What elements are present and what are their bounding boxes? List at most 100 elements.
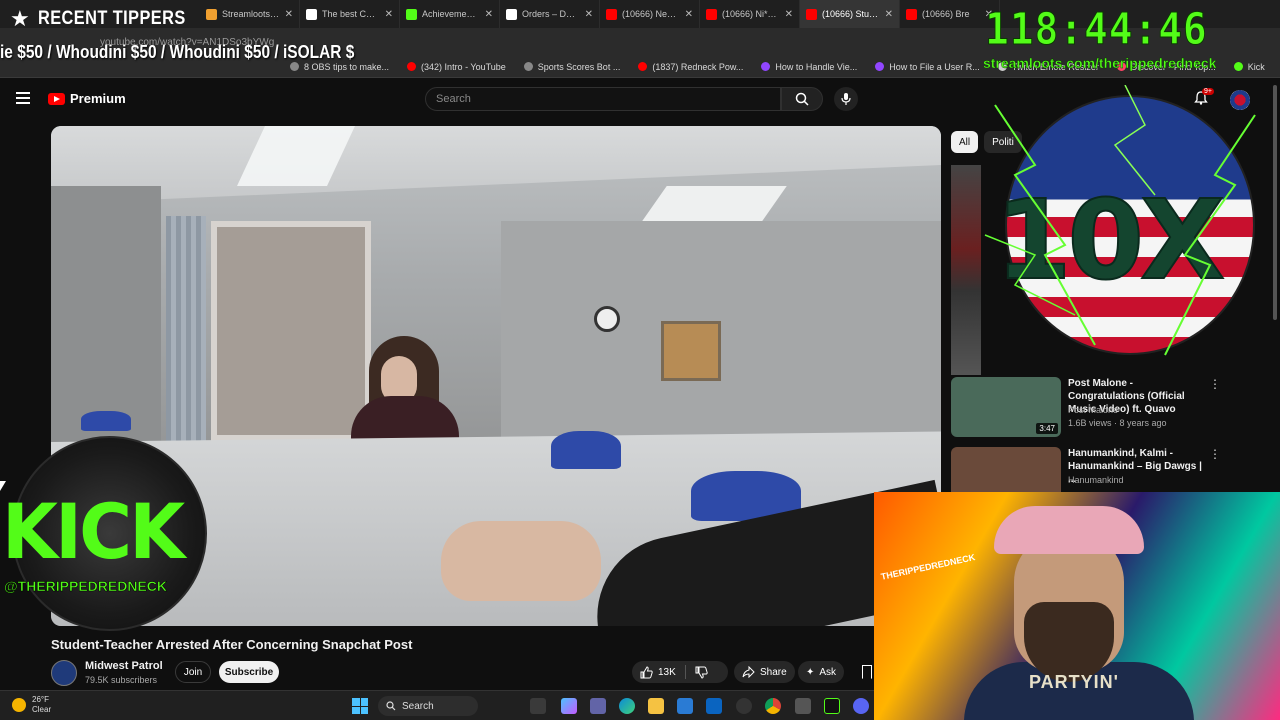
share-icon [742,666,755,678]
teams-icon[interactable] [590,698,606,714]
video-scene-person [351,336,461,456]
edge-icon[interactable] [619,698,635,714]
recommendation-channel[interactable]: Post Malone [1068,405,1118,415]
browser-tab[interactable]: Orders – Dashb ✕ [500,0,600,28]
like-button[interactable]: 13K [640,665,676,679]
star-icon: ★ [10,6,30,31]
bookmark-item[interactable]: (1837) Redneck Pow... [638,62,743,72]
chrome-icon[interactable] [765,698,781,714]
bookmark-label: How to Handle Vie... [775,61,858,72]
tab-label: (10666) Next Fr [622,9,680,19]
bookmark-label: How to File a User R... [889,61,980,72]
recommendation-channel[interactable]: Hanumankind [1068,475,1124,485]
windows-start-icon[interactable] [352,698,368,714]
ask-button[interactable]: ✦ Ask [798,661,845,683]
browser-tab[interactable]: Streamloots | Th ✕ [200,0,300,28]
bookmark-label: Sports Scores Bot ... [537,61,621,72]
thumbs-down-icon[interactable] [695,666,708,679]
bookmark-favicon-icon [407,62,417,71]
tab-close-icon[interactable]: ✕ [585,9,593,20]
like-dislike-group: 13K [632,661,728,683]
hamburger-menu-icon[interactable] [16,92,30,104]
subathon-timer: 118:44:46 [985,4,1208,56]
tab-close-icon[interactable]: ✕ [785,9,793,20]
bookmark-label: (342) Intro - YouTube [421,61,506,72]
file-explorer-icon[interactable] [648,698,664,714]
bookmark-item[interactable]: How to Handle Vie... [761,62,857,72]
tab-label: (10666) Bre [922,9,970,19]
voice-search-button[interactable] [834,87,858,111]
more-options-icon[interactable]: ⋮ [1209,447,1221,461]
browser-tab[interactable]: (10666) Next Fr ✕ [600,0,700,28]
tab-label: The best ChatB [322,9,380,19]
recent-tippers-banner: ★ RECENT TIPPERS [0,4,209,34]
video-scene-chair [81,411,131,431]
video-duration: 3:47 [1036,423,1058,434]
browser-tab[interactable]: The best ChatB ✕ [300,0,400,28]
search-icon [795,92,809,106]
microphone-icon [841,93,851,105]
weather-widget[interactable]: 26°F Clear [12,695,51,715]
browser-tab[interactable]: (10666) Studen ✕ [800,0,900,28]
tab-favicon-icon [706,8,717,20]
browser-tab[interactable]: Achievements - ✕ [400,0,500,28]
tab-favicon-icon [506,8,517,20]
taskbar-search[interactable]: Search [378,696,478,716]
tab-favicon-icon [406,8,417,20]
tab-label: Achievements - [422,9,480,19]
like-divider [684,665,686,679]
tab-favicon-icon [806,8,817,20]
kick-logo-overlay: KICK @THERIPPEDREDNECK [0,436,225,636]
subscribe-button[interactable]: Subscribe [219,661,279,683]
discord-icon[interactable] [853,698,869,714]
copilot-icon[interactable] [561,698,577,714]
cam-hat [994,506,1144,554]
search-button[interactable] [781,87,823,111]
tab-label: (10666) Ni**as [722,9,780,19]
sparkle-icon: ✦ [806,666,815,678]
sun-icon [12,698,26,712]
temperature: 26°F [32,695,49,704]
recent-tippers-title: RECENT TIPPERS [37,8,186,29]
bookmark-item[interactable]: Kick [1233,62,1265,72]
channel-avatar[interactable] [51,660,77,686]
store-icon[interactable] [677,698,693,714]
browser-tab[interactable]: (10666) Ni**as ✕ [700,0,800,28]
tab-close-icon[interactable]: ✕ [385,9,393,20]
lightning-effect [984,85,1256,356]
taskbar-search-label: Search [402,700,434,712]
recommendation-meta: 1.6B views · 8 years ago [1068,418,1167,428]
join-button[interactable]: Join [175,661,211,683]
tab-close-icon[interactable]: ✕ [285,9,293,20]
youtube-logo[interactable]: Premium [48,91,126,106]
more-options-icon[interactable]: ⋮ [1209,377,1221,391]
video-title: Student-Teacher Arrested After Concernin… [51,637,413,652]
taskview-icon[interactable] [530,698,546,714]
thumbs-up-icon [640,665,653,678]
streamloots-url: streamloots.com/therippedredneck [983,55,1217,71]
tab-label: Orders – Dashb [522,9,580,19]
windows-taskbar: 26°F Clear Search [0,690,874,720]
channel-name[interactable]: Midwest Patrol [85,660,163,672]
save-icon[interactable] [862,665,872,679]
terminal-icon[interactable] [824,698,840,714]
outlook-icon[interactable] [706,698,722,714]
bookmark-item[interactable]: How to File a User R... [875,62,980,72]
app-icon[interactable] [795,698,811,714]
tab-close-icon[interactable]: ✕ [485,9,493,20]
tab-close-icon[interactable]: ✕ [685,9,693,20]
tab-close-icon[interactable]: ✕ [885,9,893,20]
webcam-overlay: THERIPPEDREDNECK PARTYIN' [874,492,1280,720]
recommendation-thumbnail[interactable]: 3:47 [951,377,1061,437]
bookmark-favicon-icon [761,62,771,71]
like-count: 13K [658,666,676,678]
obs-icon[interactable] [736,698,752,714]
bookmark-favicon-icon [523,62,533,71]
share-button[interactable]: Share [734,661,795,683]
search-input[interactable]: Search [425,87,781,111]
kick-logo-text: KICK [2,487,185,576]
bookmark-item[interactable]: Sports Scores Bot ... [523,61,621,72]
recommendation-item[interactable]: 3:47 Post Malone - Congratulations (Offic… [951,377,1271,437]
bookmark-favicon-icon [1233,62,1243,71]
bookmark-item[interactable]: (342) Intro - YouTube [407,62,506,72]
